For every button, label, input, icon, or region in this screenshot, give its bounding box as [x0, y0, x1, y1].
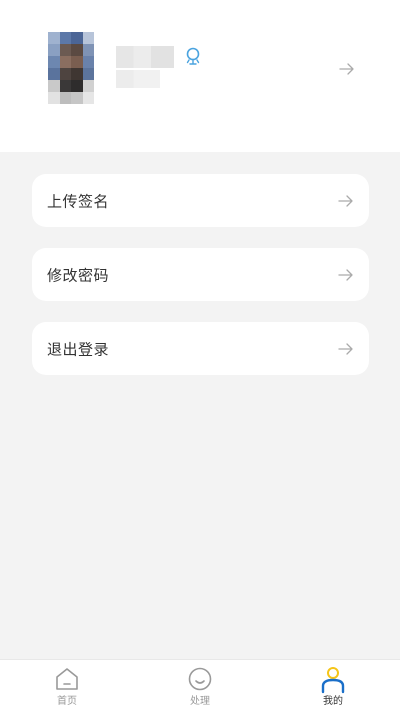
tab-home[interactable]: 首页 [27, 660, 107, 710]
menu-item-label: 修改密码 [47, 266, 110, 284]
menu-item-label: 上传签名 [47, 192, 110, 210]
tab-label: 处理 [190, 696, 210, 707]
menu-item-label: 退出登录 [47, 340, 110, 358]
gender-icon [186, 47, 200, 65]
arrow-right-icon [338, 342, 353, 355]
profile-screen: 上传签名 修改密码 退出登录 首页 处理 我的 [0, 0, 400, 710]
avatar[interactable] [48, 32, 94, 104]
tab-mine[interactable]: 我的 [293, 660, 373, 710]
tab-label: 我的 [323, 696, 343, 707]
tab-process[interactable]: 处理 [160, 660, 240, 710]
profile-header[interactable] [0, 0, 400, 152]
user-subtitle-blurred [116, 70, 160, 88]
bottom-tab-bar: 首页 处理 我的 [0, 659, 400, 710]
arrow-right-icon [338, 194, 353, 207]
tab-label: 首页 [57, 696, 77, 707]
menu-item-logout[interactable]: 退出登录 [32, 322, 369, 375]
user-icon [321, 667, 345, 694]
arrow-right-icon [338, 268, 353, 281]
home-icon [56, 668, 78, 690]
menu-item-upload-signature[interactable]: 上传签名 [32, 174, 369, 227]
smile-icon [188, 667, 212, 691]
arrow-right-icon[interactable] [338, 60, 356, 78]
user-name-blurred [116, 46, 174, 68]
menu-item-change-password[interactable]: 修改密码 [32, 248, 369, 301]
